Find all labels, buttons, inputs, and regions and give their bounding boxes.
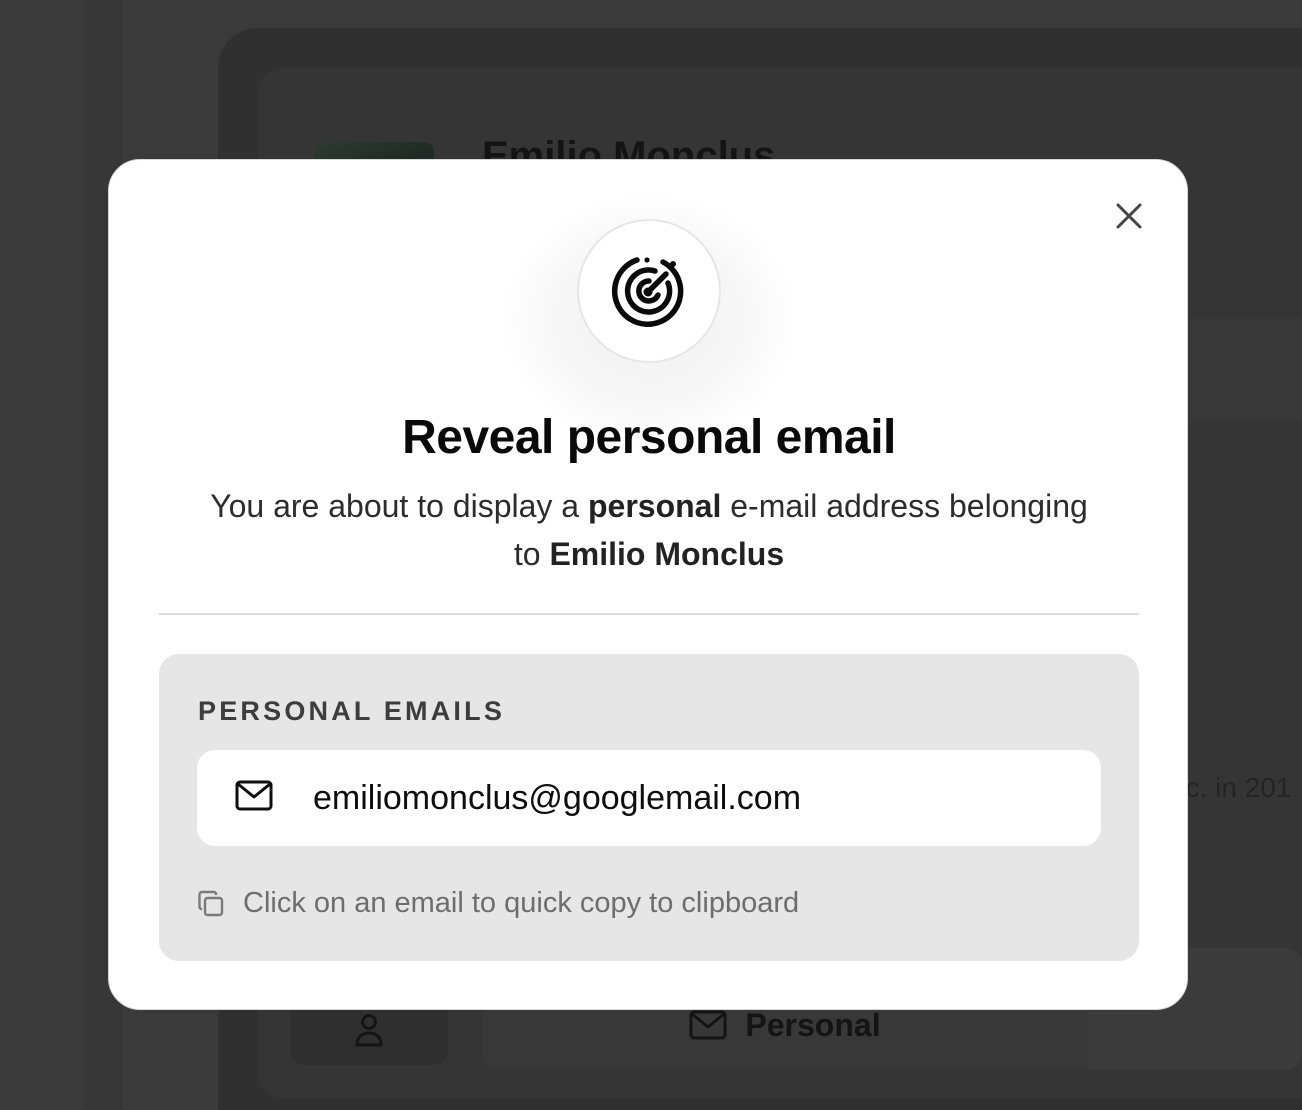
close-button[interactable] [1109, 196, 1149, 236]
email-item[interactable]: emiliomonclus@googlemail.com [197, 750, 1101, 846]
radar-icon-badge [577, 219, 721, 363]
copy-hint: Click on an email to quick copy to clipb… [197, 887, 799, 920]
copy-icon [198, 890, 224, 916]
reveal-email-modal: Reveal personal email You are about to d… [108, 159, 1188, 1010]
section-heading: PERSONAL EMAILS [198, 696, 506, 726]
mail-icon [235, 780, 273, 811]
description-emphasis: personal [587, 488, 722, 524]
divider [159, 613, 1139, 615]
description-text: You are about to display a [210, 488, 588, 524]
close-icon [1116, 203, 1142, 229]
modal-title: Reveal personal email [402, 411, 896, 464]
background-sidebar [0, 0, 84, 1110]
radar-icon [611, 257, 684, 327]
background-panel [1186, 318, 1302, 422]
personal-emails-section: PERSONAL EMAILS emiliomonclus@googlemail… [159, 654, 1139, 961]
modal-description: You are about to display a personal e-ma… [209, 482, 1089, 578]
background-personal-label: Personal [745, 1006, 881, 1043]
description-person-name: Emilio Monclus [549, 536, 785, 572]
mail-icon [689, 1010, 727, 1040]
background-text-fragment: nc. in 201 [1170, 772, 1292, 803]
email-address[interactable]: emiliomonclus@googlemail.com [313, 779, 801, 818]
user-icon [355, 1014, 383, 1047]
hint-text: Click on an email to quick copy to clipb… [243, 887, 800, 919]
